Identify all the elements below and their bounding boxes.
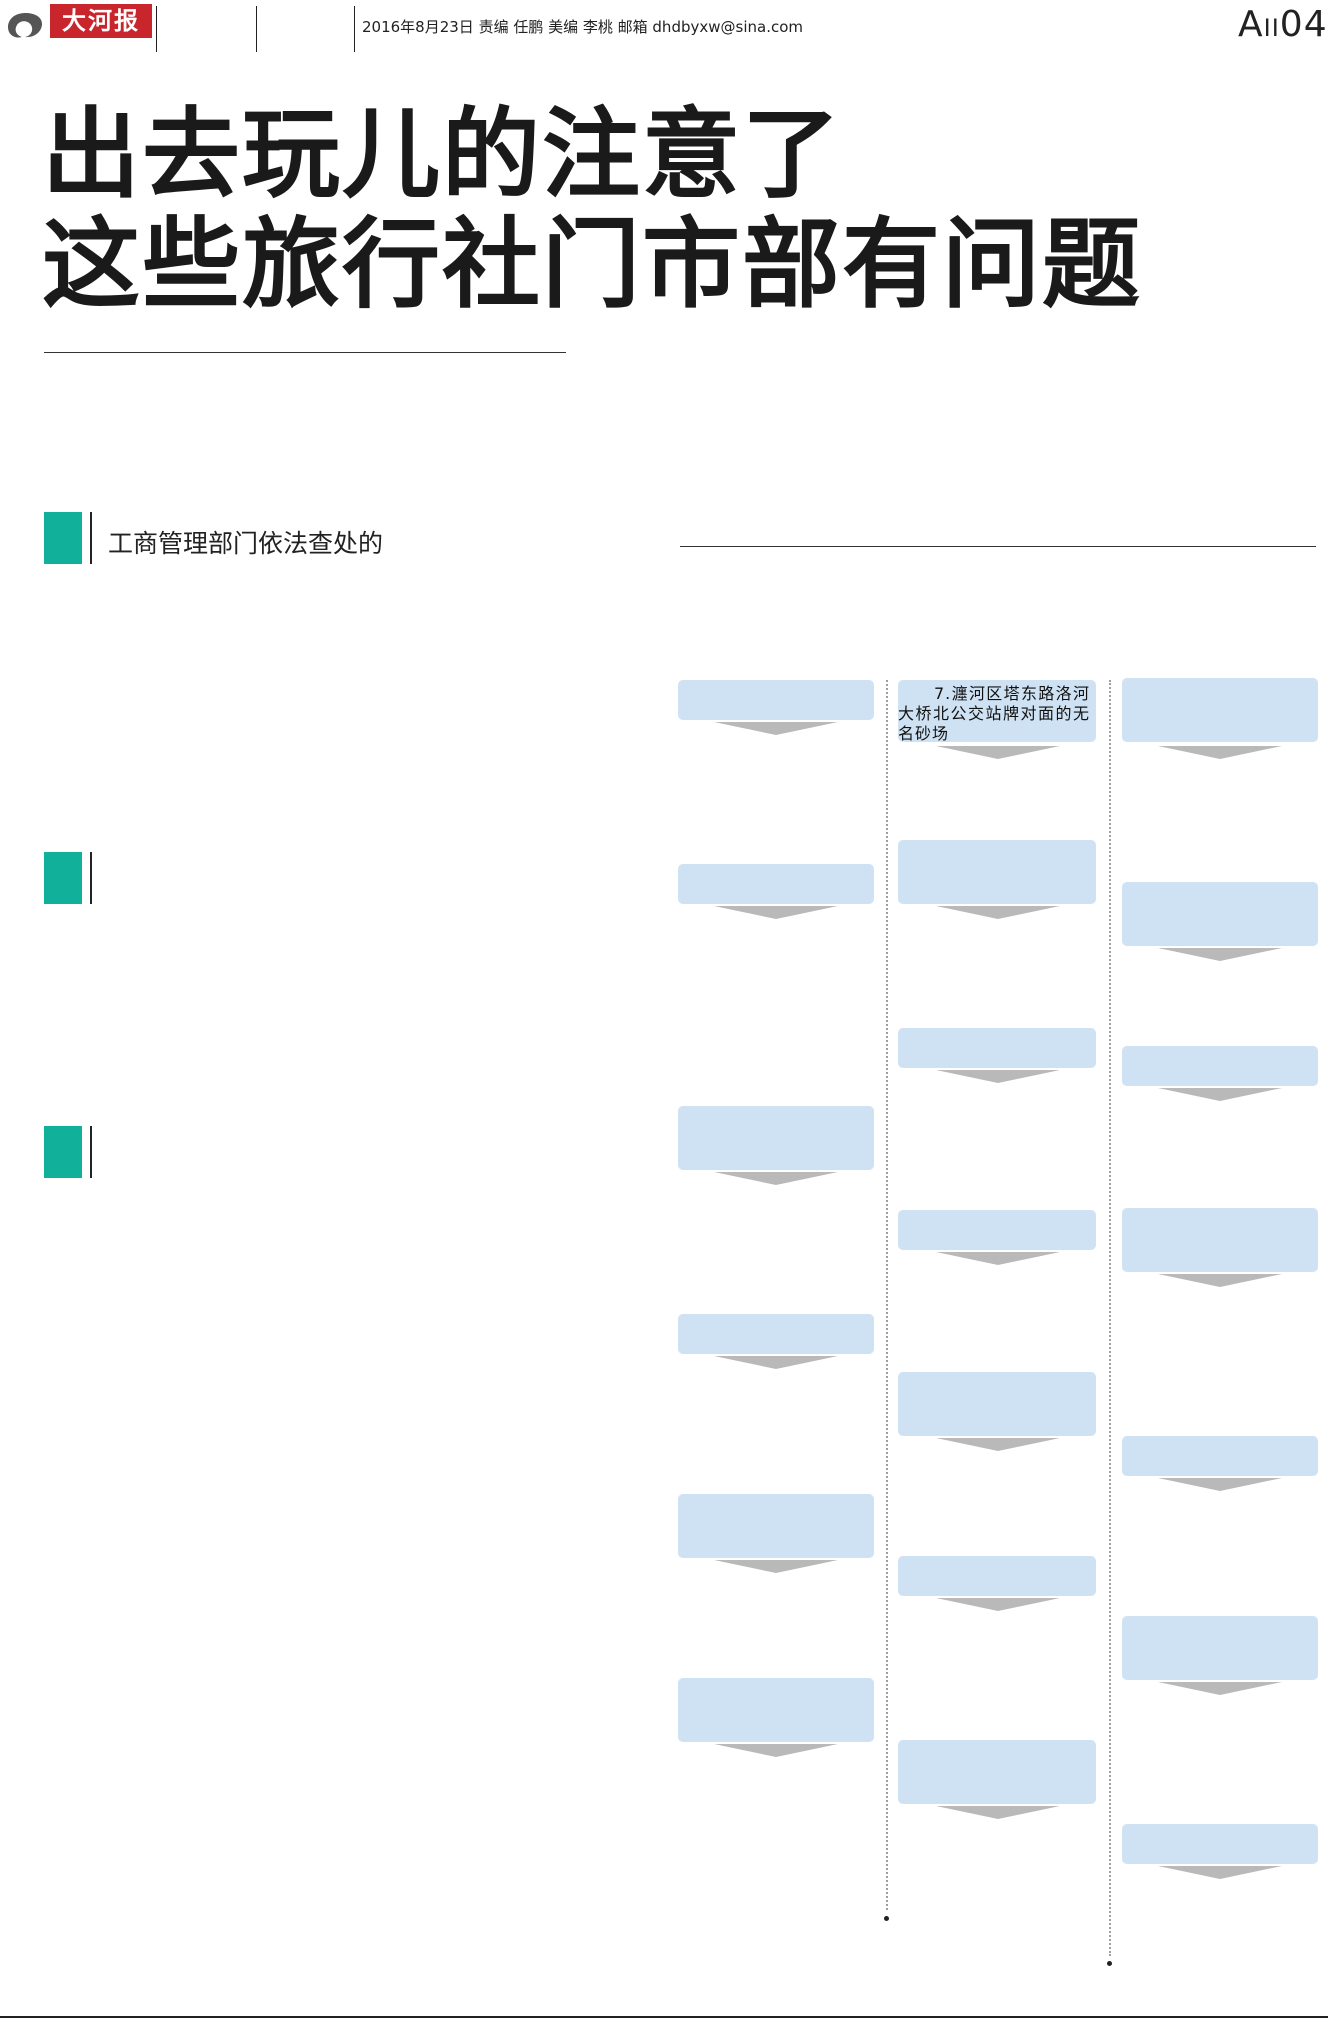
info-box-text: 7.瀍河区塔东路洛河大桥北公交站牌对面的无名砂场 [898, 684, 1090, 743]
info-box [1122, 882, 1318, 946]
down-arrow [714, 906, 838, 919]
column-end-dot [1107, 1961, 1112, 1966]
info-box [1122, 1046, 1318, 1086]
column-divider [1109, 680, 1111, 1956]
info-box [1122, 1436, 1318, 1476]
info-box [898, 1372, 1096, 1436]
column-end-dot [884, 1916, 889, 1921]
headline: 出去玩儿的注意了 这些旅行社门市部有问题 [42, 100, 1142, 320]
info-box [898, 1556, 1096, 1596]
header-divider [156, 6, 157, 52]
page-sub: II [1263, 14, 1280, 42]
section-bar [90, 852, 92, 904]
down-arrow [1158, 1088, 1282, 1101]
info-box [1122, 1616, 1318, 1680]
down-arrow [714, 1560, 838, 1573]
info-box [898, 1210, 1096, 1250]
info-box: 7.瀍河区塔东路洛河大桥北公交站牌对面的无名砂场 [898, 680, 1096, 743]
down-arrow [936, 1806, 1060, 1819]
info-box [898, 840, 1096, 904]
down-arrow [714, 1356, 838, 1369]
down-arrow [1158, 1274, 1282, 1287]
info-box [678, 1314, 874, 1354]
down-arrow [714, 722, 838, 735]
section-bar [90, 512, 92, 564]
down-arrow [936, 1070, 1060, 1083]
column-divider [886, 680, 888, 1910]
logo-swirl-icon [8, 13, 42, 38]
down-arrow [1158, 1866, 1282, 1879]
newspaper-logo: 大河报 [50, 4, 152, 38]
page-number: AII04 [1238, 4, 1328, 45]
section-marker [44, 852, 82, 904]
down-arrow [1158, 948, 1282, 961]
info-box [678, 680, 874, 720]
down-arrow [1158, 1682, 1282, 1695]
section-title: 工商管理部门依法查处的 [108, 529, 384, 558]
down-arrow [936, 746, 1060, 759]
headline-rule [44, 352, 566, 353]
info-box [1122, 1824, 1318, 1864]
page-num: 04 [1279, 4, 1328, 45]
section-bar [90, 1126, 92, 1178]
info-box [1122, 678, 1318, 742]
info-box [898, 1028, 1096, 1068]
down-arrow [936, 1252, 1060, 1265]
page-prefix: A [1238, 4, 1264, 45]
section-marker [44, 1126, 82, 1178]
info-box [678, 1494, 874, 1558]
info-box [678, 864, 874, 904]
down-arrow [714, 1172, 838, 1185]
headline-line-2: 这些旅行社门市部有问题 [42, 208, 1143, 322]
issue-info: 2016年8月23日 责编 任鹏 美编 李桃 邮箱 dhdbyxw@sina.c… [362, 18, 803, 36]
down-arrow [936, 906, 1060, 919]
info-box [678, 1678, 874, 1742]
headline-line-1: 出去玩儿的注意了 [42, 98, 843, 212]
footer-rule [0, 2016, 1328, 2018]
info-box [1122, 1208, 1318, 1272]
down-arrow [936, 1438, 1060, 1451]
section-marker [44, 512, 82, 564]
header-divider [354, 6, 355, 52]
down-arrow [1158, 1478, 1282, 1491]
info-box [898, 1740, 1096, 1804]
header-divider [256, 6, 257, 52]
down-arrow [936, 1598, 1060, 1611]
down-arrow [714, 1744, 838, 1757]
section-rule [680, 546, 1316, 547]
info-box [678, 1106, 874, 1170]
down-arrow [1158, 746, 1282, 759]
